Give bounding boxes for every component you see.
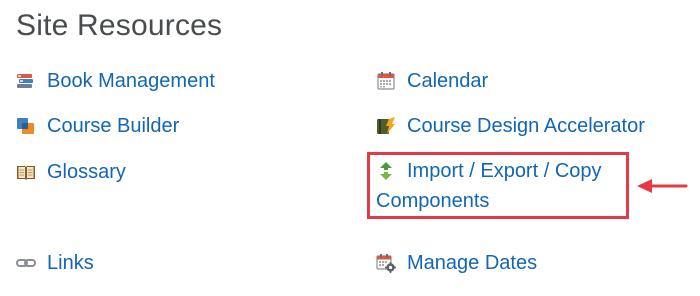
link-label: Manage Dates (407, 252, 538, 274)
link-book-management[interactable]: Book Management (16, 66, 215, 96)
link-import-export-copy-components[interactable]: Import / Export / Copy Components (376, 156, 628, 216)
link-label: Course Builder (47, 115, 180, 137)
link-label: Links (47, 252, 94, 274)
link-manage-dates[interactable]: Manage Dates (376, 248, 537, 278)
calendar-gear-icon (376, 253, 396, 273)
book-open-icon (16, 162, 36, 182)
books-icon (16, 71, 36, 91)
accelerator-icon (376, 116, 396, 136)
link-label: Book Management (47, 70, 215, 92)
link-course-builder[interactable]: Course Builder (16, 111, 179, 141)
calendar-icon (376, 71, 396, 91)
link-glossary[interactable]: Glossary (16, 157, 126, 187)
left-arrow-icon (636, 177, 690, 195)
link-label: Calendar (407, 70, 489, 92)
chain-link-icon (16, 253, 36, 273)
link-course-design-accelerator[interactable]: Course Design Accelerator (376, 111, 645, 141)
link-calendar[interactable]: Calendar (376, 66, 488, 96)
section-title: Site Resources (16, 9, 223, 42)
link-label: Glossary (47, 161, 126, 183)
link-label: Course Design Accelerator (407, 115, 645, 137)
course-builder-icon (16, 116, 36, 136)
link-links[interactable]: Links (16, 248, 94, 278)
